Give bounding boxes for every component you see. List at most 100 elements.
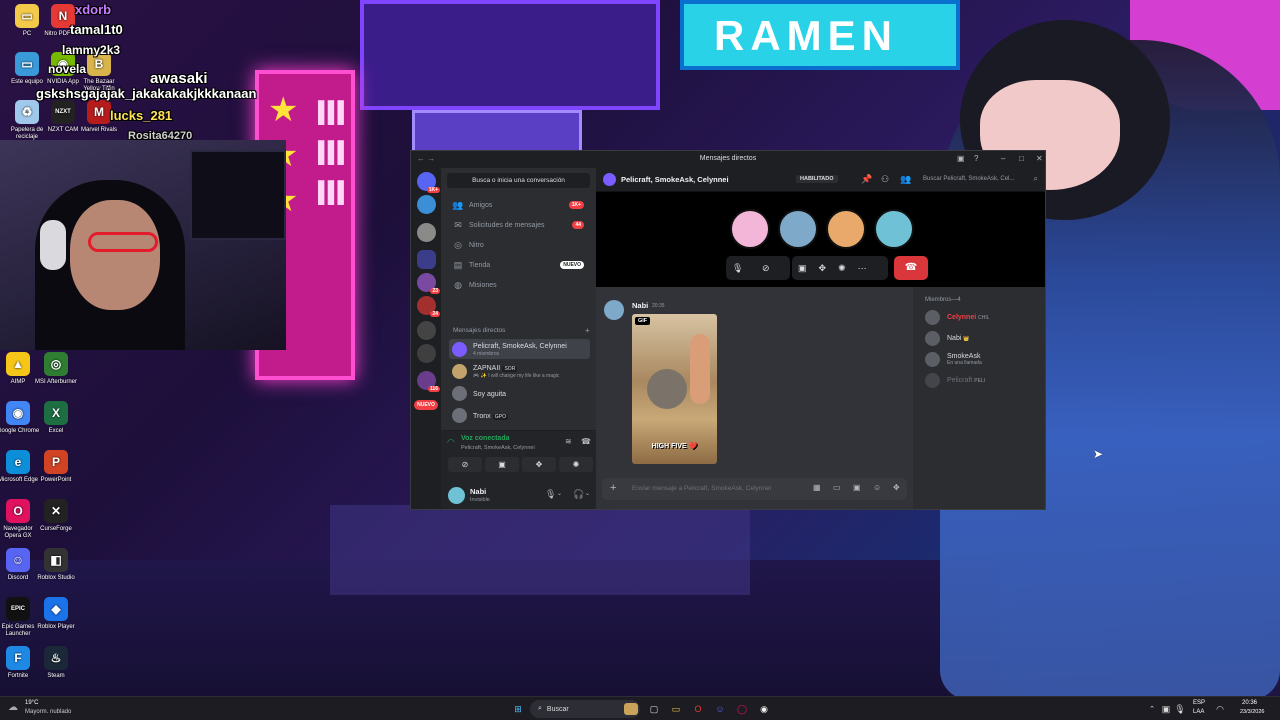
dm-item[interactable]: Pelicraft, SmokeAsk, Celynnei 4 miembros	[449, 339, 590, 359]
server-icon[interactable]	[417, 344, 436, 363]
member-item[interactable]: SmokeAsk En una llamada	[925, 351, 982, 367]
server-icon[interactable]	[417, 321, 436, 340]
celynnei-avatar[interactable]	[826, 209, 866, 249]
voice-call-area: 🎙 ⌄ ⊘ ▣ ✥ ✺ ⋯ ☎	[596, 192, 1045, 287]
members-toggle-icon[interactable]: 👥	[900, 174, 911, 185]
screen-share-icon[interactable]: ▣	[792, 263, 813, 274]
desktop-icon[interactable]: P PowerPoint	[33, 450, 79, 484]
member-status: En una llamada	[947, 359, 982, 366]
opera-gx-taskbar-icon[interactable]: O	[690, 701, 706, 717]
server-icon[interactable]	[417, 195, 436, 214]
dm-item[interactable]: ZAPNAII SOR 🎮 ✨ I will change my life lik…	[449, 361, 590, 381]
avatar[interactable]	[448, 487, 465, 504]
nav-item[interactable]: ✉ Solicitudes de mensajes 44	[447, 217, 590, 233]
folder-icon[interactable]	[417, 250, 436, 269]
search-input[interactable]: Buscar Pelicraft, SmokeAsk, Cel... ⌕	[918, 173, 1042, 187]
desktop-icon[interactable]: ♨ Steam	[33, 646, 79, 680]
pelicraft-avatar[interactable]	[730, 209, 770, 249]
desktop-icon[interactable]: ◆ Roblox Player	[33, 597, 79, 631]
minimize-icon[interactable]: –	[1001, 154, 1005, 163]
file-explorer-icon[interactable]: ▭	[668, 701, 684, 717]
help-icon[interactable]: ?	[974, 154, 978, 163]
close-icon[interactable]: ✕	[1036, 154, 1043, 163]
soundboard-button[interactable]: ✺	[559, 457, 593, 472]
weather-temp[interactable]: 19°C	[25, 700, 38, 706]
member-item[interactable]: Celynnei CHIL	[925, 309, 990, 325]
gift-icon[interactable]: ▦	[813, 483, 821, 492]
desktop-icon[interactable]: ◎ MSI Afterburner	[33, 352, 79, 386]
opera-taskbar-icon[interactable]: ◯	[734, 701, 750, 717]
member-item[interactable]: Nabi 👑	[925, 330, 970, 346]
disconnect-icon[interactable]: ☎	[581, 437, 591, 446]
microphone-icon[interactable]: 🎙	[726, 263, 749, 274]
microphone-tray-icon[interactable]: 🎙	[1172, 701, 1188, 717]
nav-item[interactable]: ◎ Nitro	[447, 237, 590, 253]
activities-button[interactable]: ✥	[522, 457, 556, 472]
windows-start-icon[interactable]: ⊞	[510, 701, 526, 717]
clock-date: 23/3/2026	[1240, 709, 1265, 715]
screen-share-button[interactable]: ▣	[485, 457, 519, 472]
message-author[interactable]: Nabi	[632, 301, 648, 310]
activities-icon[interactable]: ✥	[813, 263, 833, 274]
discord-window[interactable]: ← → Mensajes directos ▣ ? – □ ✕ 1K+ 23 2…	[410, 150, 1046, 510]
enabled-badge[interactable]: HABILITADO	[796, 175, 838, 183]
chevron-down-icon[interactable]: ⌄	[585, 490, 590, 497]
nav-item[interactable]: ▤ Tienda NUEVO	[447, 257, 590, 273]
emoji-icon[interactable]: ☺	[873, 483, 881, 492]
language-indicator[interactable]: ESP	[1193, 700, 1205, 706]
app-icon: NZXT	[51, 100, 75, 124]
voice-status[interactable]: Voz conectada	[461, 435, 510, 442]
member-item[interactable]: Pelicraft PELI	[925, 372, 985, 388]
desktop-icon[interactable]: ◧ Roblox Studio	[33, 548, 79, 582]
camera-off-icon[interactable]: ⊘	[756, 263, 776, 274]
nav-item[interactable]: 👥 Amigos 1K+	[447, 197, 590, 213]
nav-item-label: Nitro	[469, 241, 484, 249]
sticker-icon[interactable]: ▣	[853, 483, 861, 492]
username[interactable]: Nabi	[470, 487, 486, 496]
hang-up-button[interactable]: ☎	[894, 256, 928, 280]
server-icon[interactable]: 23	[417, 273, 440, 294]
widget-icon[interactable]	[624, 703, 638, 715]
server-icon[interactable]	[417, 223, 436, 242]
network-icon[interactable]: ◠	[1212, 701, 1228, 717]
task-view-icon[interactable]: ▢	[646, 701, 662, 717]
home-button[interactable]: 1K+	[417, 172, 440, 193]
gif-attachment[interactable]: GIF HIGH FIVE ❤️	[632, 314, 717, 464]
message-composer[interactable]: + Enviar mensaje a Pelicraft, SmokeAsk, …	[602, 478, 907, 500]
weather-icon[interactable]: ☁	[8, 702, 18, 713]
message-avatar[interactable]	[604, 300, 624, 320]
nav-badge: NUEVO	[560, 261, 584, 269]
camera-off-button[interactable]: ⊘	[448, 457, 482, 472]
soundboard-icon[interactable]: ✺	[832, 263, 852, 274]
desktop-icon[interactable]: ✕ CurseForge	[33, 499, 79, 533]
create-dm-icon[interactable]: +	[585, 326, 590, 335]
discord-taskbar-icon[interactable]: ☺	[712, 701, 728, 717]
quests-icon: ◍	[454, 279, 462, 290]
chevron-down-icon[interactable]: ⌄	[557, 490, 562, 497]
more-options-icon[interactable]: ⋯	[852, 263, 873, 274]
nabi-avatar[interactable]	[874, 209, 914, 249]
dm-item[interactable]: Soy aguita	[449, 383, 590, 403]
apps-icon[interactable]: ✥	[893, 483, 900, 492]
new-badge[interactable]: NUEVO	[414, 400, 438, 410]
smokeask-avatar[interactable]	[778, 209, 818, 249]
camera-control[interactable]: ⊘	[756, 256, 790, 280]
add-friends-icon[interactable]: ⚇	[881, 174, 889, 185]
nav-item[interactable]: ◍ Misiones	[447, 277, 590, 293]
server-icon[interactable]: 116	[417, 371, 440, 392]
find-conversation-button[interactable]: Busca o inicia una conversación	[447, 173, 590, 188]
headphones-icon[interactable]: 🎧	[573, 489, 584, 500]
server-icon[interactable]: 24	[417, 296, 440, 317]
add-attachment-icon[interactable]: +	[610, 482, 616, 494]
pin-icon[interactable]: 📌	[861, 174, 872, 185]
dm-item[interactable]: Tronx GPO	[449, 405, 590, 425]
microphone-icon[interactable]: 🎙	[545, 489, 556, 500]
inbox-icon[interactable]: ▣	[957, 154, 965, 163]
clock-time[interactable]: 20:36	[1242, 700, 1257, 706]
maximize-icon[interactable]: □	[1019, 154, 1024, 163]
noise-suppression-icon[interactable]: ≋	[565, 437, 572, 446]
gif-icon[interactable]: ▭	[833, 483, 841, 492]
obs-taskbar-icon[interactable]: ◉	[756, 701, 772, 717]
dm-name: Pelicraft, SmokeAsk, Celynnei	[473, 343, 567, 350]
desktop-icon[interactable]: X Excel	[33, 401, 79, 435]
